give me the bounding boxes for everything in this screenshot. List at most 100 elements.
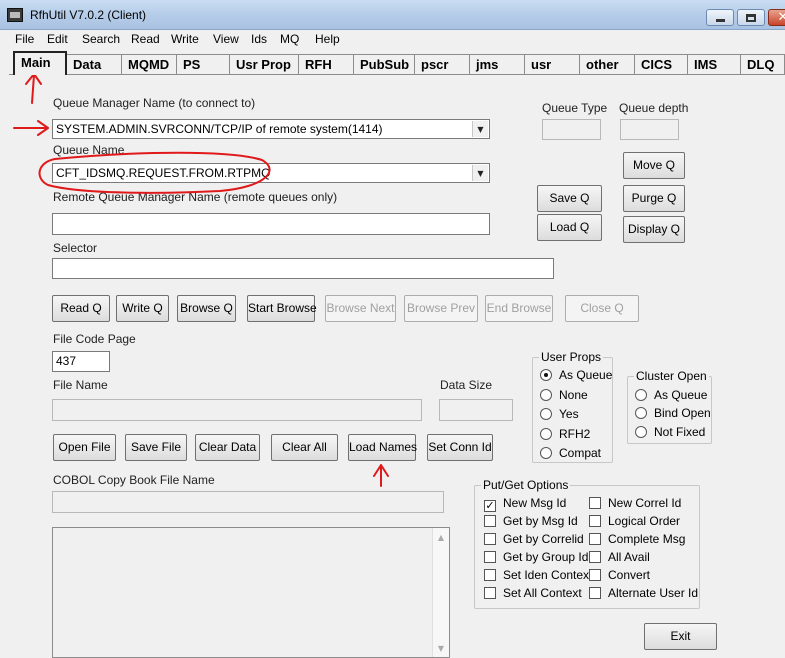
menu-view[interactable]: View [213, 32, 239, 46]
put-get-option[interactable]: Set Iden Context [484, 568, 592, 582]
tab-dlq[interactable]: DLQ [740, 54, 785, 75]
tab-pscr[interactable]: pscr [414, 54, 470, 75]
clear-data-button[interactable]: Clear Data [195, 434, 260, 461]
load-q-button[interactable]: Load Q [537, 214, 602, 241]
display-q-button[interactable]: Display Q [623, 216, 685, 243]
vertical-scrollbar[interactable]: ▲ ▼ [432, 528, 449, 657]
user-props-compat[interactable]: Compat [540, 446, 601, 460]
file-name-field [52, 399, 422, 421]
file-code-page-label: File Code Page [53, 332, 136, 346]
checkbox-icon [589, 497, 601, 509]
put-get-option[interactable]: ✓ New Msg Id [484, 496, 566, 512]
tab-ps[interactable]: PS [176, 54, 230, 75]
title-bar: RfhUtil V7.0.2 (Client) ✕ [0, 0, 785, 30]
put-get-option[interactable]: New Correl Id [589, 496, 681, 510]
qmgr-label: Queue Manager Name (to connect to) [53, 96, 256, 110]
user-props-option-label: Yes [559, 407, 579, 421]
qmgr-combo[interactable]: SYSTEM.ADMIN.SVRCONN/TCP/IP of remote sy… [52, 119, 490, 139]
end-browse-button[interactable]: End Browse [485, 295, 553, 322]
exit-button[interactable]: Exit [644, 623, 717, 650]
tab-rfh[interactable]: RFH [298, 54, 354, 75]
radio-icon [540, 369, 552, 381]
tab-ims[interactable]: IMS [687, 54, 741, 75]
qmgr-value: SYSTEM.ADMIN.SVRCONN/TCP/IP of remote sy… [56, 122, 383, 136]
close-button[interactable]: ✕ [768, 9, 785, 26]
set-conn-id-button[interactable]: Set Conn Id [427, 434, 493, 461]
save-q-button[interactable]: Save Q [537, 185, 602, 212]
radio-icon [540, 408, 552, 420]
tab-jms[interactable]: jms [469, 54, 525, 75]
put-get-option[interactable]: All Avail [589, 550, 650, 564]
menu-write[interactable]: Write [171, 32, 199, 46]
tab-mqmd[interactable]: MQMD [121, 54, 177, 75]
radio-icon [635, 407, 647, 419]
put-get-option[interactable]: Alternate User Id [589, 586, 698, 600]
cluster-bind-open[interactable]: Bind Open [635, 406, 711, 420]
put-get-option[interactable]: Get by Msg Id [484, 514, 578, 528]
read-q-button[interactable]: Read Q [52, 295, 110, 322]
menu-search[interactable]: Search [82, 32, 120, 46]
tab-usr[interactable]: usr [524, 54, 580, 75]
cobol-field [52, 491, 444, 513]
put-get-option[interactable]: Complete Msg [589, 532, 685, 546]
radio-icon [540, 428, 552, 440]
menu-ids[interactable]: Ids [251, 32, 267, 46]
user-props-title: User Props [539, 350, 604, 364]
arrow-to-main-tab [25, 73, 42, 104]
remote-qmgr-input[interactable] [52, 213, 490, 235]
close-q-button[interactable]: Close Q [565, 295, 639, 322]
user-props-option-label: Compat [559, 446, 602, 460]
cluster-not-fixed[interactable]: Not Fixed [635, 425, 705, 439]
user-props-yes[interactable]: Yes [540, 407, 579, 421]
browse-next-button[interactable]: Browse Next [325, 295, 396, 322]
tab-cics[interactable]: CICS [634, 54, 688, 75]
tab-usr-prop[interactable]: Usr Prop [229, 54, 299, 75]
put-get-option-label: All Avail [608, 550, 650, 564]
put-get-option[interactable]: Set All Context [484, 586, 582, 600]
scroll-up-icon[interactable]: ▲ [433, 530, 449, 546]
user-props-option-label: RFH2 [559, 427, 591, 441]
clear-all-button[interactable]: Clear All [271, 434, 338, 461]
minimize-button[interactable] [706, 9, 734, 26]
menu-edit[interactable]: Edit [47, 32, 68, 46]
tab-data[interactable]: Data [66, 54, 122, 75]
tab-pubsub[interactable]: PubSub [353, 54, 415, 75]
user-props-as-queue[interactable]: As Queue [540, 368, 612, 382]
arrow-to-load-names [373, 464, 389, 487]
user-props-none[interactable]: None [540, 388, 588, 402]
qmgr-dropdown-icon[interactable]: ▼ [472, 121, 488, 137]
file-code-page-input[interactable]: 437 [52, 351, 110, 372]
open-file-button[interactable]: Open File [53, 434, 116, 461]
queue-type-label: Queue Type [542, 101, 608, 115]
data-text-area[interactable]: ▲ ▼ [52, 527, 450, 658]
tab-other[interactable]: other [579, 54, 635, 75]
menu-read[interactable]: Read [131, 32, 160, 46]
radio-icon [635, 426, 647, 438]
selector-input[interactable] [52, 258, 554, 279]
start-browse-button[interactable]: Start Browse [247, 295, 317, 322]
cluster-option-label: Not Fixed [654, 425, 706, 439]
move-q-button[interactable]: Move Q [623, 152, 685, 179]
browse-q-button[interactable]: Browse Q [177, 295, 236, 322]
browse-prev-button[interactable]: Browse Prev [404, 295, 478, 322]
cluster-as-queue[interactable]: As Queue [635, 388, 707, 402]
put-get-option[interactable]: Logical Order [589, 514, 680, 528]
menu-help[interactable]: Help [315, 32, 340, 46]
put-get-option[interactable]: Get by Group Id [484, 550, 588, 564]
queue-name-combo[interactable]: CFT_IDSMQ.REQUEST.FROM.RTPMQ ▼ [52, 163, 490, 183]
menu-mq[interactable]: MQ [280, 32, 299, 46]
scroll-down-icon[interactable]: ▼ [433, 641, 449, 657]
user-props-rfh2[interactable]: RFH2 [540, 427, 590, 441]
purge-q-button[interactable]: Purge Q [623, 185, 685, 212]
put-get-option[interactable]: Get by Correlid [484, 532, 584, 546]
save-file-button[interactable]: Save File [125, 434, 187, 461]
checkbox-icon [589, 551, 601, 563]
maximize-button[interactable] [737, 9, 765, 26]
put-get-option[interactable]: Convert [589, 568, 650, 582]
tab-main[interactable]: Main [13, 51, 67, 75]
load-names-button[interactable]: Load Names [348, 434, 417, 461]
queue-name-dropdown-icon[interactable]: ▼ [472, 165, 488, 181]
menu-file[interactable]: File [15, 32, 34, 46]
write-q-button[interactable]: Write Q [116, 295, 169, 322]
user-props-option-label: None [559, 388, 588, 402]
